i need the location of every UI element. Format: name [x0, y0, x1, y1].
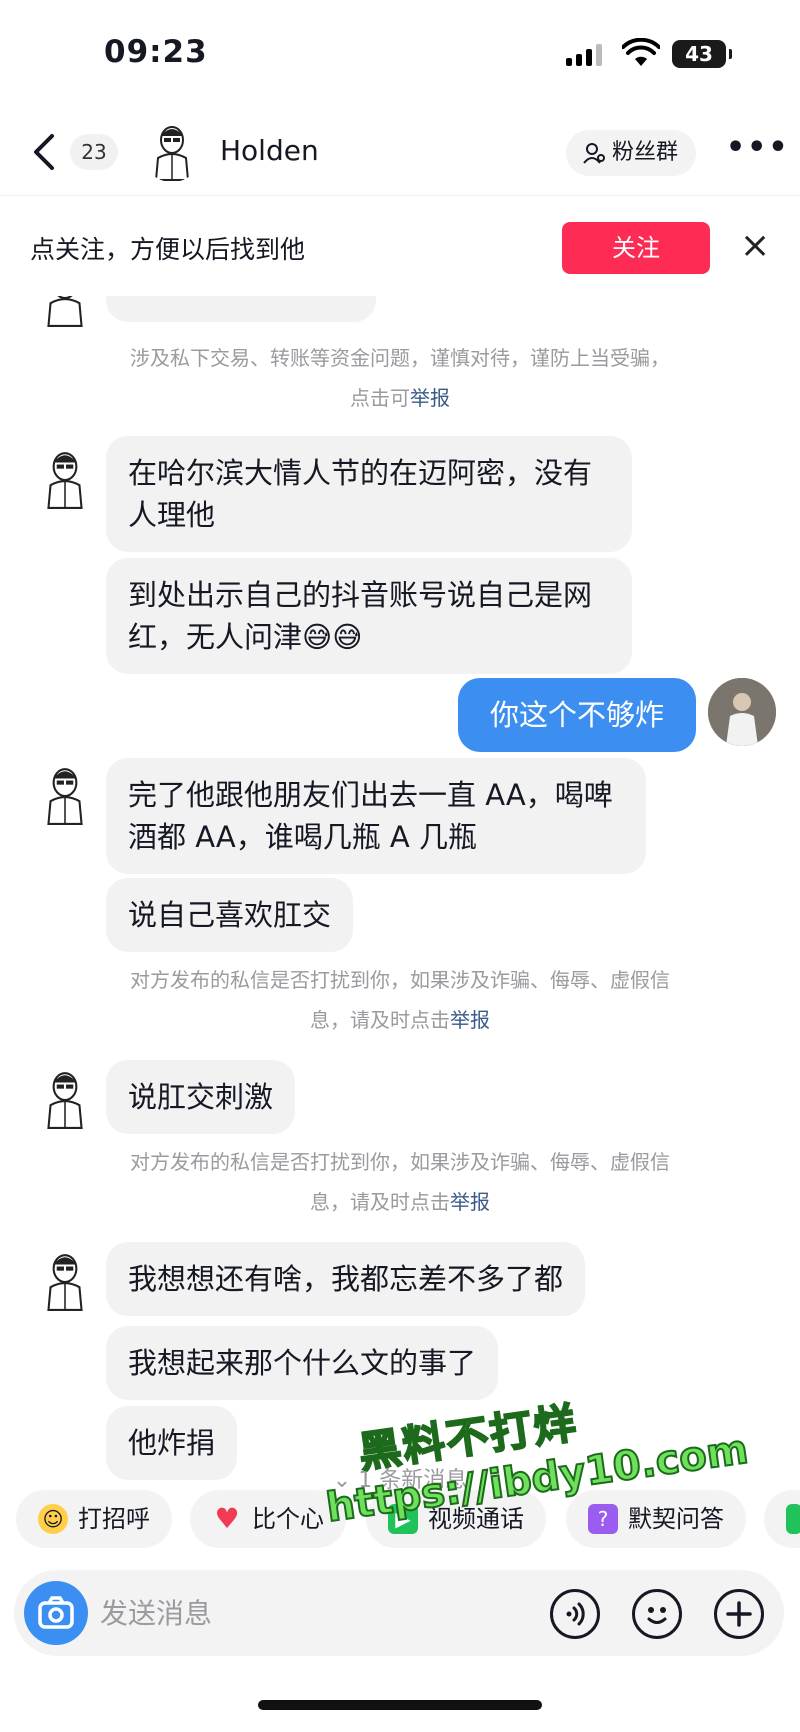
- more-icon[interactable]: •••: [726, 133, 788, 168]
- message-bubble[interactable]: 到处出示自己的抖音账号说自己是网红，无人问津😅😅: [106, 558, 632, 674]
- follow-prompt-text: 点关注，方便以后找到他: [30, 235, 306, 264]
- cartoon-avatar-icon: [47, 1072, 83, 1129]
- back-icon[interactable]: [30, 132, 58, 172]
- cartoon-avatar-icon: [47, 1254, 83, 1311]
- quick-action-heart[interactable]: ♥ 比个心: [190, 1490, 346, 1548]
- fraud-warning-prefix: 点击可: [350, 386, 410, 410]
- sender-avatar[interactable]: [34, 448, 96, 510]
- add-button[interactable]: [714, 1589, 764, 1639]
- quick-action-more[interactable]: [764, 1490, 800, 1548]
- sender-avatar[interactable]: [34, 1250, 96, 1312]
- status-time: 09:23: [104, 34, 208, 70]
- harassment-notice-text: 对方发布的私信是否打扰到你，如果涉及诈骗、侮辱、虚假信: [130, 1150, 670, 1174]
- video-call-icon: ▶: [388, 1504, 418, 1534]
- chat-messages[interactable]: 涉及私下交易、转账等资金问题，谨慎对待，谨防上当受骗， 点击可举报 在哈尔滨大情…: [0, 296, 800, 1492]
- message-bubble[interactable]: 说自己喜欢肛交: [106, 878, 354, 952]
- quick-action-greet[interactable]: ☺ 打招呼: [16, 1490, 172, 1548]
- photo-avatar-icon: [708, 678, 776, 746]
- message-bubble-partial[interactable]: [106, 296, 376, 322]
- cartoon-avatar-icon: [47, 296, 83, 327]
- quick-action-label: 比个心: [252, 1505, 324, 1533]
- fraud-warning-notice: 涉及私下交易、转账等资金问题，谨慎对待，谨防上当受骗， 点击可举报: [70, 338, 730, 418]
- home-indicator: [258, 1700, 542, 1710]
- cellular-signal-icon: [566, 44, 606, 66]
- chevron-down-icon: ⌄: [332, 1468, 359, 1492]
- sender-avatar[interactable]: [34, 1068, 96, 1130]
- follow-prompt-bar: 点关注，方便以后找到他 关注 ×: [0, 196, 800, 296]
- quick-action-video-call[interactable]: ▶ 视频通话: [366, 1490, 546, 1548]
- quick-action-quiz[interactable]: ? 默契问答: [566, 1490, 746, 1548]
- follow-button[interactable]: 关注: [562, 222, 710, 274]
- sender-avatar[interactable]: [34, 764, 96, 826]
- report-link[interactable]: 举报: [410, 386, 450, 410]
- voice-wave-icon: [566, 1602, 585, 1626]
- harassment-notice: 对方发布的私信是否打扰到你，如果涉及诈骗、侮辱、虚假信 息，请及时点击举报: [70, 1142, 730, 1222]
- quick-actions-row: ☺ 打招呼 ♥ 比个心 ▶ 视频通话 ? 默契问答: [0, 1490, 800, 1552]
- chat-header: 23 Holden 粉丝群 •••: [0, 110, 800, 196]
- quiz-icon: ?: [588, 1504, 618, 1534]
- message-bubble[interactable]: 完了他跟他朋友们出去一直 AA，喝啤酒都 AA，谁喝几瓶 A 几瓶: [106, 758, 646, 874]
- message-input[interactable]: 发送消息: [100, 1592, 212, 1632]
- cartoon-avatar-icon: [47, 452, 83, 509]
- fraud-warning-text: 涉及私下交易、转账等资金问题，谨慎对待，谨防上当受骗，: [130, 346, 670, 370]
- self-avatar[interactable]: [708, 678, 776, 746]
- wave-emoji-icon: ☺: [38, 1504, 68, 1534]
- new-messages-label: 1 条新消息: [358, 1468, 468, 1492]
- message-bubble[interactable]: 在哈尔滨大情人节的在迈阿密，没有人理他: [106, 436, 632, 552]
- sender-avatar[interactable]: [34, 296, 96, 328]
- fraud-warning-report-line: 点击可举报: [70, 378, 730, 418]
- cartoon-avatar-icon: [47, 768, 83, 825]
- harassment-notice: 对方发布的私信是否打扰到你，如果涉及诈骗、侮辱、虚假信 息，请及时点击举报: [70, 960, 730, 1040]
- message-input-bar: 发送消息: [14, 1570, 784, 1656]
- fans-group-button[interactable]: 粉丝群: [566, 130, 697, 176]
- quick-action-label: 默契问答: [628, 1505, 724, 1533]
- message-bubble[interactable]: 我想起来那个什么文的事了: [106, 1326, 499, 1400]
- green-app-icon: [786, 1504, 800, 1534]
- report-link[interactable]: 举报: [450, 1008, 490, 1032]
- voice-button[interactable]: [550, 1589, 600, 1639]
- message-bubble[interactable]: 说肛交刺激: [106, 1060, 296, 1134]
- wifi-icon: [622, 38, 660, 66]
- heart-icon: ♥: [214, 1502, 240, 1535]
- status-bar: 09:23 43: [0, 0, 800, 110]
- message-bubble-self[interactable]: 你这个不够炸: [458, 678, 696, 752]
- contact-name[interactable]: Holden: [220, 134, 319, 167]
- plus-icon: [726, 1601, 752, 1627]
- harassment-notice-report-line: 息，请及时点击举报: [70, 1182, 730, 1222]
- camera-button[interactable]: [24, 1581, 88, 1645]
- contact-avatar[interactable]: [142, 122, 202, 182]
- harassment-notice-prefix: 息，请及时点击: [310, 1008, 450, 1032]
- user-group-icon: [583, 143, 605, 164]
- harassment-notice-text: 对方发布的私信是否打扰到你，如果涉及诈骗、侮辱、虚假信: [130, 968, 670, 992]
- cartoon-avatar-icon: [154, 126, 190, 181]
- report-link[interactable]: 举报: [450, 1190, 490, 1214]
- fans-group-label: 粉丝群: [612, 140, 679, 165]
- quick-action-label: 打招呼: [78, 1505, 150, 1533]
- message-bubble[interactable]: 我想想还有啥，我都忘差不多了都: [106, 1242, 586, 1316]
- camera-icon: [38, 1596, 74, 1629]
- emoji-button[interactable]: [632, 1589, 682, 1639]
- new-messages-indicator[interactable]: ⌄ 1 条新消息: [0, 1462, 800, 1492]
- smiley-icon: [647, 1607, 667, 1624]
- unread-count-badge[interactable]: 23: [70, 134, 118, 170]
- quick-action-label: 视频通话: [428, 1505, 524, 1533]
- harassment-notice-report-line: 息，请及时点击举报: [70, 1000, 730, 1040]
- battery-icon: 43: [672, 40, 732, 68]
- harassment-notice-prefix: 息，请及时点击: [310, 1190, 450, 1214]
- close-icon[interactable]: ×: [740, 228, 770, 264]
